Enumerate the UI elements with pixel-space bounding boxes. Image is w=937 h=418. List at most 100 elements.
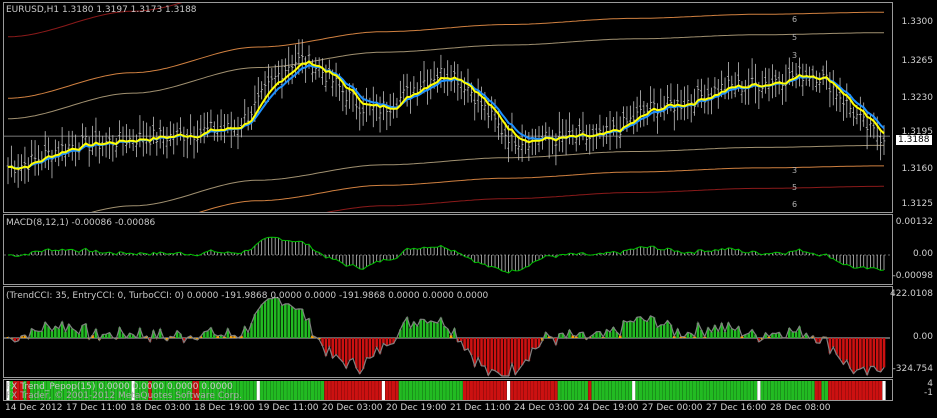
trend-bar bbox=[574, 381, 578, 400]
trend-bar bbox=[395, 381, 399, 400]
trend-bar bbox=[791, 381, 795, 400]
cci-header: (TrendCCI: 35, EntryCCI: 0, TurboCCI: 0)… bbox=[6, 291, 489, 301]
envelope-label: 3 bbox=[792, 166, 798, 175]
trend-bar bbox=[368, 381, 372, 400]
trend-bar bbox=[520, 381, 524, 400]
trend-bar bbox=[753, 381, 758, 400]
trend-bar bbox=[676, 381, 680, 400]
trend-bar bbox=[764, 381, 768, 400]
trend-bar bbox=[537, 381, 541, 400]
trend-bar bbox=[486, 381, 490, 400]
trend-bar bbox=[642, 381, 646, 400]
trend-bar bbox=[662, 381, 666, 400]
trend-bar bbox=[699, 381, 703, 400]
macd-tick: -0.00098 bbox=[892, 271, 933, 281]
trend-bar bbox=[378, 381, 382, 400]
price-tick: 1.3300 bbox=[901, 17, 934, 27]
trend-bar bbox=[547, 381, 551, 400]
trend-bar bbox=[280, 381, 284, 400]
trend-bar bbox=[730, 381, 734, 400]
trend-bar bbox=[260, 381, 264, 400]
trend-bar bbox=[273, 381, 277, 400]
trend-bar bbox=[608, 381, 612, 400]
time-label: 19 Dec 11:00 bbox=[258, 403, 319, 413]
trend-bar bbox=[709, 381, 714, 400]
trend-bar bbox=[692, 381, 697, 400]
trend-bar bbox=[351, 381, 355, 400]
trend-bar bbox=[706, 381, 710, 400]
trend-bar bbox=[831, 381, 835, 400]
trend-bar bbox=[703, 381, 707, 400]
trend-bar bbox=[463, 381, 467, 400]
trend-bar bbox=[615, 381, 619, 400]
time-label: 24 Dec 19:00 bbox=[578, 403, 639, 413]
trend-bar bbox=[317, 381, 321, 400]
trend-bar bbox=[493, 381, 497, 400]
trend-bar bbox=[736, 381, 741, 400]
trend-bar bbox=[760, 381, 764, 400]
price-tick: 1.3125 bbox=[901, 199, 934, 209]
trend-bar bbox=[263, 381, 267, 400]
time-label: 20 Dec 03:00 bbox=[322, 403, 383, 413]
trend-bar bbox=[807, 381, 812, 400]
price-pane[interactable]: EURUSD,H1 1.3180 1.3197 1.3173 1.3188 bbox=[3, 2, 893, 213]
trend-bar bbox=[649, 381, 653, 400]
trend-bar bbox=[628, 381, 632, 400]
trend-bar bbox=[632, 381, 636, 400]
trend-bar bbox=[439, 381, 443, 400]
trend-bar bbox=[432, 381, 436, 400]
trend-bar bbox=[848, 381, 852, 400]
trend-bar bbox=[594, 381, 599, 400]
macd-pane[interactable]: MACD(8,12,1) -0.00086 -0.00086 bbox=[3, 214, 893, 285]
trend-bar bbox=[780, 381, 785, 400]
trend-tick: -1 bbox=[924, 388, 933, 398]
lower-band-3 bbox=[91, 144, 884, 212]
trend-bar bbox=[625, 381, 629, 400]
trend-bar bbox=[249, 381, 254, 400]
trend-bar bbox=[466, 381, 470, 400]
price-tick: 1.3265 bbox=[901, 56, 934, 66]
trend-bar bbox=[794, 381, 798, 400]
trend-bar bbox=[726, 381, 731, 400]
cci-tick: 422.0108 bbox=[890, 289, 933, 299]
trend-bar bbox=[872, 381, 876, 400]
upper-band-3 bbox=[8, 32, 884, 120]
trend-bar bbox=[381, 381, 386, 400]
trend-bar bbox=[733, 381, 737, 400]
trend-bar bbox=[270, 381, 274, 400]
trend-bar bbox=[777, 381, 781, 400]
trend-bar bbox=[689, 381, 693, 400]
trend-bar bbox=[388, 381, 392, 400]
lower-band-6 bbox=[326, 185, 884, 212]
trend-bar bbox=[297, 381, 301, 400]
trend-bar bbox=[517, 381, 521, 400]
trend-bar bbox=[561, 381, 565, 400]
ema-slow-line bbox=[7, 63, 885, 170]
trend-bar bbox=[320, 381, 325, 400]
trend-bar bbox=[344, 381, 348, 400]
trend-bar bbox=[331, 381, 335, 400]
trend-bar bbox=[354, 381, 358, 400]
trend-pane[interactable]: FX Trend_Pepop(15) 0.0000 0.0000 0.0000 … bbox=[3, 379, 893, 401]
trend-bar bbox=[635, 381, 639, 400]
trend-bar bbox=[283, 381, 287, 400]
trend-bar bbox=[527, 381, 531, 400]
trend-bar bbox=[601, 381, 605, 400]
trend-bar bbox=[412, 381, 416, 400]
price-chart bbox=[4, 3, 890, 212]
trend-bar bbox=[408, 381, 413, 400]
cci-tick: 0.00 bbox=[912, 332, 933, 342]
trend-bar bbox=[402, 381, 406, 400]
trend-bar bbox=[334, 381, 338, 400]
trend-bar bbox=[824, 381, 829, 400]
cci-pane[interactable]: (TrendCCI: 35, EntryCCI: 0, TurboCCI: 0)… bbox=[3, 286, 893, 378]
trend-bar bbox=[835, 381, 839, 400]
trend-bar bbox=[862, 381, 866, 400]
trend-bar bbox=[571, 381, 575, 400]
trend-bar bbox=[510, 381, 514, 400]
trend-bar bbox=[757, 381, 761, 400]
trend-bar bbox=[405, 381, 409, 400]
time-label: 18 Dec 03:00 bbox=[130, 403, 191, 413]
trend-bar bbox=[253, 381, 257, 400]
trend-bar bbox=[655, 381, 659, 400]
